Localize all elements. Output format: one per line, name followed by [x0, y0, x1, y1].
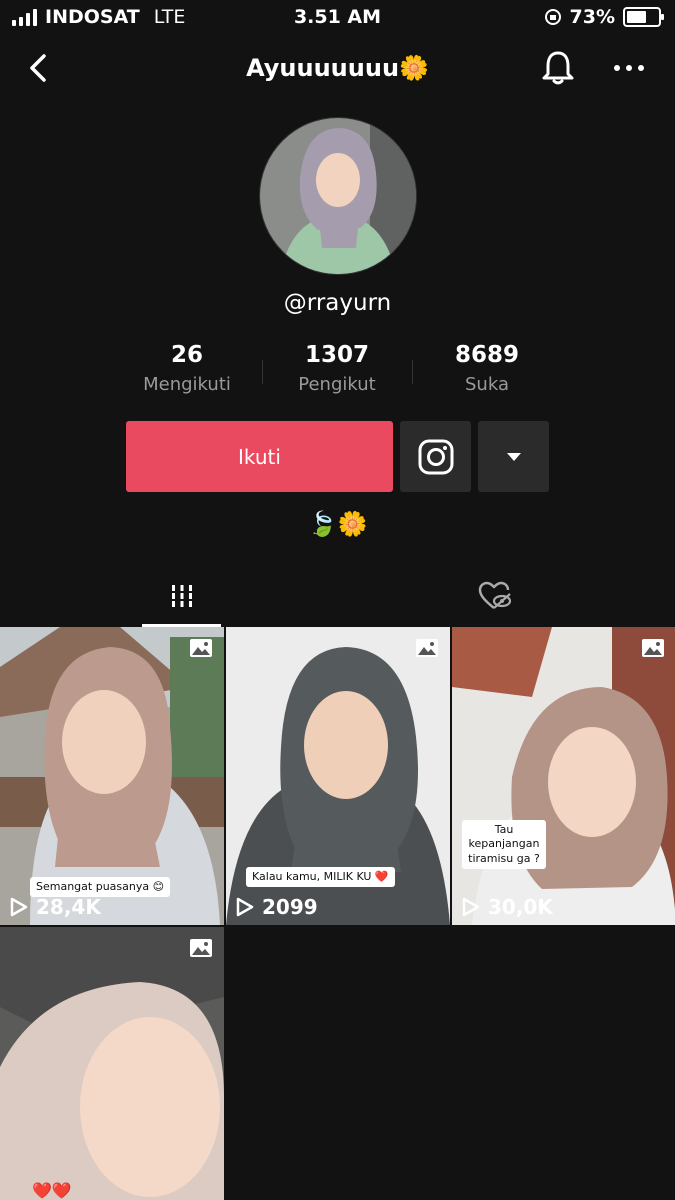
status-bar: INDOSAT LTE 3.51 AM 73%	[0, 0, 675, 34]
grid-icon	[168, 585, 195, 607]
stat-following[interactable]: 26 Mengikuti	[112, 342, 262, 404]
play-icon	[462, 897, 480, 917]
suggested-accounts-button[interactable]	[478, 421, 549, 492]
following-label: Mengikuti	[143, 374, 231, 395]
post-view-count: 28,4K	[10, 895, 101, 919]
post-caption: Kalau kamu, MILIK KU ❤️	[246, 867, 395, 888]
profile-stats: 26 Mengikuti 1307 Pengikut 8689 Suka	[112, 342, 562, 404]
tab-videos[interactable]	[142, 565, 221, 627]
photo-type-icon	[190, 939, 212, 957]
likes-label: Suka	[465, 374, 509, 395]
view-count-value: 30,0K	[488, 895, 553, 919]
tab-liked[interactable]	[455, 565, 534, 627]
photo-type-icon	[416, 639, 438, 657]
caret-down-icon	[506, 452, 521, 461]
post-view-count: 2099	[236, 895, 318, 919]
post-thumbnail[interactable]: Tau kepanjangan tiramisu ga ? 30,0K	[452, 627, 675, 925]
followers-count: 1307	[304, 342, 369, 368]
photo-type-icon	[190, 639, 212, 657]
following-count: 26	[170, 342, 203, 368]
view-count-value: 2099	[262, 895, 318, 919]
orientation-lock-icon	[544, 9, 561, 25]
instagram-icon	[418, 439, 453, 474]
more-options-icon[interactable]	[606, 50, 652, 86]
post-thumbnail[interactable]: ❤️❤️	[0, 927, 224, 1200]
username: @rrayurn	[283, 290, 392, 316]
avatar[interactable]	[259, 117, 417, 275]
profile-header: Ayuuuuuuu🌼	[0, 40, 675, 96]
battery-percent: 73%	[569, 6, 615, 28]
stat-followers[interactable]: 1307 Pengikut	[262, 342, 412, 404]
heart-hidden-icon	[478, 581, 511, 609]
post-thumbnail[interactable]: Semangat puasanya 😊 28,4K	[0, 627, 224, 925]
follow-button[interactable]: Ikuti	[126, 421, 393, 492]
photo-type-icon	[642, 639, 664, 657]
bell-icon[interactable]	[538, 48, 578, 88]
view-count-value: 28,4K	[36, 895, 101, 919]
battery-icon	[623, 7, 664, 27]
post-view-count: 30,0K	[462, 895, 553, 919]
play-icon	[10, 897, 28, 917]
likes-count: 8689	[454, 342, 519, 368]
profile-bio: 🍃🌼	[307, 510, 368, 538]
instagram-button[interactable]	[400, 421, 471, 492]
followers-label: Pengikut	[298, 374, 376, 395]
stat-likes[interactable]: 8689 Suka	[412, 342, 562, 404]
post-thumbnail[interactable]: Kalau kamu, MILIK KU ❤️ 2099	[226, 627, 450, 925]
profile-tabs	[0, 565, 675, 627]
post-caption: ❤️❤️	[32, 1181, 72, 1200]
play-icon	[236, 897, 254, 917]
post-caption: Tau kepanjangan tiramisu ga ?	[462, 820, 546, 869]
